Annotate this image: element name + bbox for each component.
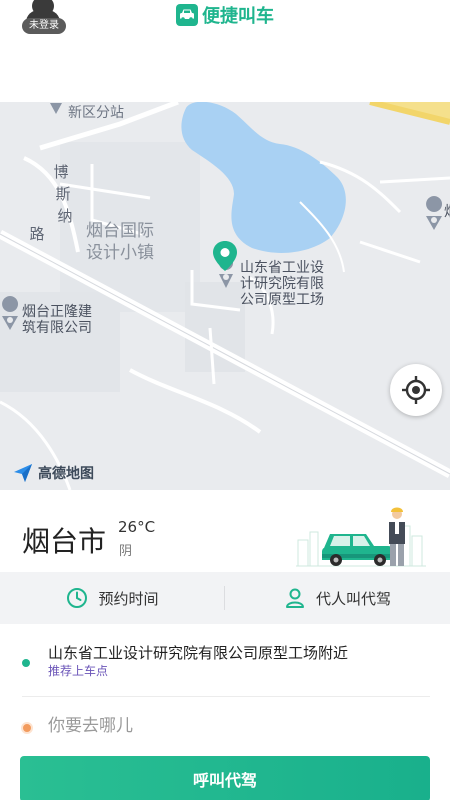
login-status-badge[interactable]: 未登录: [22, 18, 66, 34]
temperature: 26°C: [118, 518, 156, 536]
app-title: 便捷叫车: [176, 3, 274, 27]
schedule-time-label: 预约时间: [98, 589, 159, 608]
map-label-poi-1: 山东省工业设: [240, 260, 324, 276]
clock-icon: [67, 588, 88, 608]
locate-me-button[interactable]: [390, 364, 442, 416]
map-label-station: 新区分站: [68, 105, 124, 121]
user-login-button[interactable]: 未登录: [20, 0, 68, 34]
pickup-address[interactable]: 山东省工业设计研究院有限公司原型工场附近: [48, 642, 348, 663]
current-location-pin-icon: [213, 241, 237, 271]
map-road-label-3: 纳: [57, 207, 73, 225]
map-label-poi-2: 计研究院有限: [240, 276, 324, 292]
proxy-booking-label: 代人叫代驾: [315, 589, 391, 608]
weather-panel: 烟台市 26°C 阴: [0, 490, 450, 572]
map-label-town-2: 设计小镇: [86, 243, 154, 263]
map-view[interactable]: 新区分站 博 斯 纳 路 烟台国际 设计小镇 山东省工业设 计研究院有限 公司原…: [0, 102, 450, 490]
pickup-hint: 推荐上车点: [48, 664, 109, 678]
amap-logo: 高德地图: [12, 462, 94, 484]
crosshair-icon: [402, 376, 430, 404]
map-base-graphics: [0, 102, 450, 490]
proxy-booking-button[interactable]: 代人叫代驾: [225, 572, 450, 624]
app-header: 未登录 便捷叫车: [0, 0, 450, 102]
amap-arrow-icon: [14, 464, 32, 482]
address-panel: 山东省工业设计研究院有限公司原型工场附近 推荐上车点 呼叫代驾: [0, 624, 450, 800]
person-icon: [285, 588, 304, 608]
map-road-label-1: 博: [53, 163, 69, 181]
destination-input[interactable]: [48, 712, 348, 740]
map-label-company-2: 筑有限公司: [22, 320, 92, 336]
app-title-text: 便捷叫车: [202, 6, 274, 27]
ride-options-bar: 预约时间 代人叫代驾: [0, 572, 450, 624]
destination-dot-icon: [21, 722, 33, 734]
amap-logo-text: 高德地图: [38, 466, 94, 482]
car-icon: [176, 4, 198, 26]
map-label-company-1: 烟台正隆建: [22, 304, 92, 320]
call-driver-button[interactable]: 呼叫代驾: [20, 756, 430, 800]
pickup-dot-icon: [22, 659, 30, 667]
address-divider: [22, 696, 430, 697]
map-label-edge: 烟: [444, 204, 450, 221]
driver-car-illustration: [296, 507, 426, 567]
map-label-town-1: 烟台国际: [86, 221, 154, 241]
city-name: 烟台市: [22, 525, 107, 558]
schedule-time-button[interactable]: 预约时间: [0, 572, 225, 624]
map-road-label-2: 斯: [55, 185, 71, 203]
map-label-poi-3: 公司原型工场: [240, 292, 324, 308]
weather-condition: 阴: [119, 544, 133, 559]
map-road-label-4: 路: [29, 225, 45, 243]
